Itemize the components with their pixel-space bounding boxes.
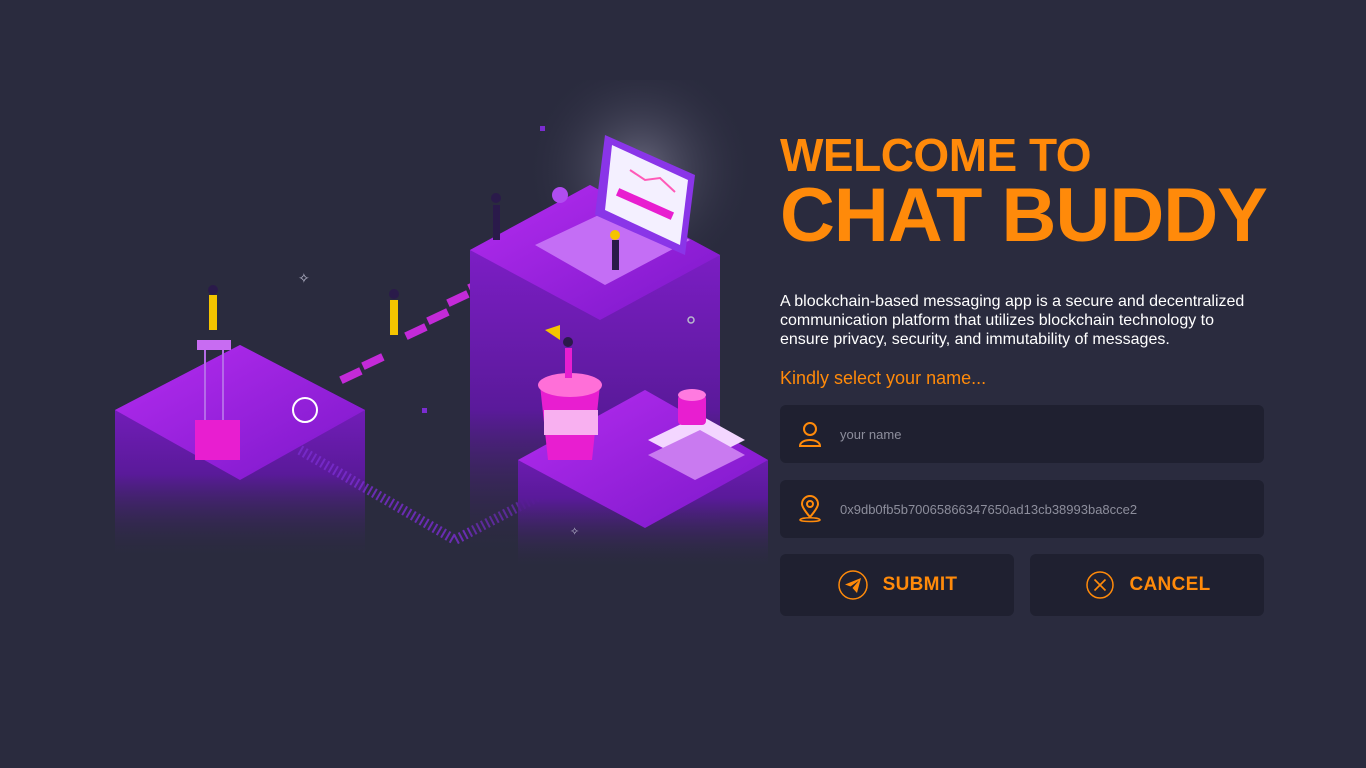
- desk-block: [195, 420, 240, 460]
- form-actions: SUBMIT CANCEL: [780, 554, 1266, 616]
- submit-button[interactable]: SUBMIT: [780, 554, 1014, 616]
- wallet-address-value: 0x9db0fb5b70065866347650ad13cb38993ba8cc…: [840, 501, 1138, 517]
- app-description: A blockchain-based messaging app is a se…: [780, 293, 1245, 348]
- hero-illustration: ✧ ✧: [115, 80, 768, 570]
- brand-title: CHAT BUDDY: [780, 173, 1268, 258]
- location-pin-icon: [780, 495, 840, 523]
- name-input[interactable]: [840, 405, 1264, 463]
- cancel-label: CANCEL: [1129, 574, 1211, 595]
- submit-label: SUBMIT: [882, 574, 958, 595]
- svg-text:✧: ✧: [570, 525, 579, 538]
- svg-text:✧: ✧: [298, 271, 310, 287]
- user-icon: [780, 421, 840, 447]
- send-icon: [837, 569, 869, 601]
- stepping-stones: [339, 275, 491, 384]
- welcome-panel: WELCOME TO CHAT BUDDY A blockchain-based…: [780, 130, 1268, 616]
- left-platform: [115, 340, 365, 560]
- wallet-address-field[interactable]: 0x9db0fb5b70065866347650ad13cb38993ba8cc…: [780, 480, 1264, 538]
- cancel-button[interactable]: CANCEL: [1030, 554, 1264, 616]
- close-circle-icon: [1084, 569, 1116, 601]
- name-field[interactable]: [780, 405, 1264, 463]
- select-name-prompt: Kindly select your name...: [780, 368, 987, 388]
- right-platform: [518, 373, 768, 570]
